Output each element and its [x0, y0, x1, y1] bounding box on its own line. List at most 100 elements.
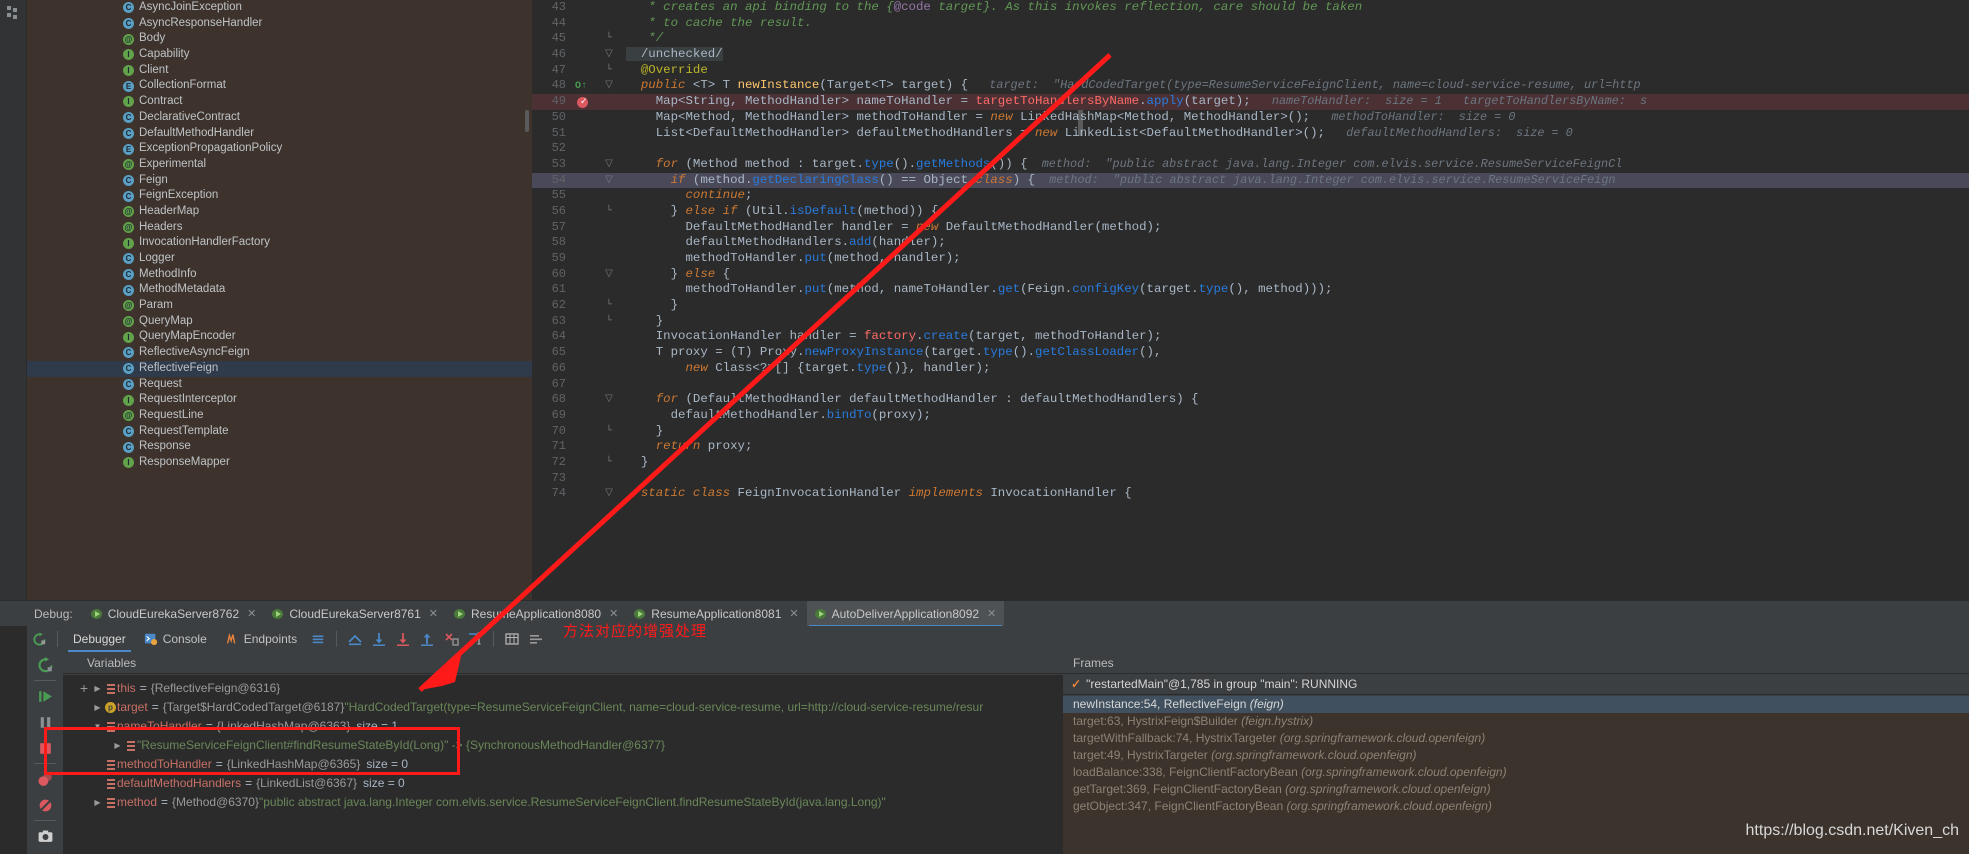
fold-marker[interactable] [598, 94, 620, 110]
debug-tab-autodeliverapplication8092[interactable]: AutoDeliverApplication8092 ✕ [806, 600, 1005, 627]
rerun-icon-rail[interactable] [27, 652, 63, 678]
view-breakpoints-icon[interactable] [27, 766, 63, 792]
tree-item-querymap[interactable]: @ QueryMap [27, 314, 532, 330]
fold-marker[interactable] [598, 361, 620, 377]
code-line-71[interactable]: 71 return proxy; [532, 439, 1969, 455]
close-icon[interactable]: ✕ [247, 607, 256, 620]
tab-endpoints[interactable]: Endpoints [216, 626, 306, 652]
fold-marker[interactable]: ▽ [598, 47, 620, 63]
tree-item-requesttemplate[interactable]: C RequestTemplate [27, 424, 532, 440]
code-line-62[interactable]: 62 └ } [532, 298, 1969, 314]
resume-program-icon[interactable] [27, 683, 63, 709]
gutter-marker[interactable] [572, 298, 598, 314]
code-line-46[interactable]: 46 ▽ /unchecked/ [532, 47, 1969, 63]
variables-tree[interactable]: + ▶ this = {ReflectiveFeign@6316} ▶ p target = {T… [63, 675, 1063, 854]
gutter-marker[interactable] [572, 188, 598, 204]
variable-row[interactable]: ▶ method = {Method@6370} "public abstract j… [63, 793, 1063, 812]
watches-icon[interactable] [27, 849, 63, 854]
close-icon[interactable]: ✕ [987, 607, 996, 620]
tree-item-headermap[interactable]: @ HeaderMap [27, 204, 532, 220]
fold-marker[interactable]: └ [598, 63, 620, 79]
frame-row[interactable]: targetWithFallback:74, HystrixTargeter (… [1063, 730, 1969, 747]
code-line-43[interactable]: 43 * creates an api binding to the {@cod… [532, 0, 1969, 16]
code-line-61[interactable]: 61 methodToHandler.put(method, nameToHan… [532, 282, 1969, 298]
tree-item-headers[interactable]: @ Headers [27, 220, 532, 236]
thread-selector[interactable]: ✓ "restartedMain"@1,785 in group "main": … [1063, 674, 1969, 695]
frame-row[interactable]: target:63, HystrixFeign$Builder (feign.h… [1063, 713, 1969, 730]
gutter-marker[interactable] [572, 345, 598, 361]
frame-row[interactable]: newInstance:54, ReflectiveFeign (feign) [1063, 696, 1969, 713]
code-line-56[interactable]: 56 └ } else if (Util.isDefault(method)) { [532, 204, 1969, 220]
frame-row[interactable]: getTarget:369, FeignClientFactoryBean (o… [1063, 781, 1969, 798]
code-line-58[interactable]: 58 defaultMethodHandlers.add(handler); [532, 235, 1969, 251]
gutter-marker[interactable] [572, 486, 598, 502]
gutter-marker[interactable] [572, 314, 598, 330]
tree-item-body[interactable]: @ Body [27, 31, 532, 47]
tree-item-contract[interactable]: I Contract [27, 94, 532, 110]
gutter-marker[interactable] [572, 424, 598, 440]
tree-item-feignexception[interactable]: C FeignException [27, 188, 532, 204]
force-step-into-icon[interactable] [439, 628, 463, 650]
fold-marker[interactable] [598, 329, 620, 345]
tree-item-experimental[interactable]: @ Experimental [27, 157, 532, 173]
variable-row[interactable]: ▶ "ResumeServiceFeignClient#findResumeSt… [63, 736, 1063, 755]
variable-row[interactable]: ▼ nameToHandler = {LinkedHashMap@6363} size … [63, 717, 1063, 736]
tree-item-requestinterceptor[interactable]: I RequestInterceptor [27, 392, 532, 408]
tree-item-exceptionpropagationpolicy[interactable]: E ExceptionPropagationPolicy [27, 141, 532, 157]
code-line-45[interactable]: 45 └ */ [532, 31, 1969, 47]
fold-marker[interactable] [598, 439, 620, 455]
expand-arrow[interactable]: ▶ [91, 793, 104, 812]
overridden-method-icon[interactable]: O↑ [575, 79, 587, 95]
evaluate-expression-icon[interactable] [500, 628, 524, 650]
fold-marker[interactable]: ▽ [598, 267, 620, 283]
frame-row[interactable]: loadBalance:338, FeignClientFactoryBean … [1063, 764, 1969, 781]
gutter-marker[interactable] [572, 235, 598, 251]
close-icon[interactable]: ✕ [429, 607, 438, 620]
gutter-marker[interactable] [572, 204, 598, 220]
code-editor[interactable]: 43 * creates an api binding to the {@cod… [532, 0, 1969, 600]
fold-marker[interactable] [598, 408, 620, 424]
structure-grid-icon[interactable] [7, 6, 20, 19]
gutter-marker[interactable] [572, 392, 598, 408]
tree-item-logger[interactable]: C Logger [27, 251, 532, 267]
tree-item-asyncresponsehandler[interactable]: C AsyncResponseHandler [27, 16, 532, 32]
code-line-73[interactable]: 73 [532, 471, 1969, 487]
show-execution-point-icon[interactable] [343, 628, 367, 650]
code-line-59[interactable]: 59 methodToHandler.put(method, handler); [532, 251, 1969, 267]
fold-marker[interactable] [598, 235, 620, 251]
tree-item-methodmetadata[interactable]: C MethodMetadata [27, 282, 532, 298]
code-line-44[interactable]: 44 * to cache the result. [532, 16, 1969, 32]
code-line-50[interactable]: 50 Map<Method, MethodHandler> methodToHa… [532, 110, 1969, 126]
tree-item-request[interactable]: C Request [27, 377, 532, 393]
frame-row[interactable]: target:49, HystrixTargeter (org.springfr… [1063, 747, 1969, 764]
step-over-icon[interactable] [367, 628, 391, 650]
code-line-47[interactable]: 47 └ @Override [532, 63, 1969, 79]
variable-row[interactable]: defaultMethodHandlers = {LinkedList@6367} s… [63, 774, 1063, 793]
fold-marker[interactable]: ▽ [598, 157, 620, 173]
gutter-marker[interactable] [572, 47, 598, 63]
fold-marker[interactable] [598, 345, 620, 361]
fold-marker[interactable] [598, 0, 620, 16]
tree-item-feign[interactable]: C Feign [27, 173, 532, 189]
tree-item-responsemapper[interactable]: I ResponseMapper [27, 455, 532, 471]
tree-item-defaultmethodhandler[interactable]: C DefaultMethodHandler [27, 126, 532, 142]
tree-item-invocationhandlerfactory[interactable]: I InvocationHandlerFactory [27, 235, 532, 251]
close-icon[interactable]: ✕ [609, 607, 618, 620]
expand-arrow[interactable]: ▶ [91, 698, 104, 717]
gutter-marker[interactable] [572, 110, 598, 126]
tree-item-param[interactable]: @ Param [27, 298, 532, 314]
gutter-marker[interactable] [572, 329, 598, 345]
code-line-63[interactable]: 63 └ } [532, 314, 1969, 330]
step-out-icon[interactable] [415, 628, 439, 650]
debug-tab-cloudeurekaserver8761[interactable]: CloudEurekaServer8761 ✕ [264, 601, 446, 627]
tree-item-querymapencoder[interactable]: I QueryMapEncoder [27, 329, 532, 345]
gutter-marker[interactable] [572, 141, 598, 157]
code-line-67[interactable]: 67 [532, 377, 1969, 393]
code-line-52[interactable]: 52 [532, 141, 1969, 157]
gutter-marker[interactable] [572, 31, 598, 47]
tree-item-collectionformat[interactable]: E CollectionFormat [27, 78, 532, 94]
code-line-48[interactable]: 48 O↑ ▽ public <T> T newInstance(Target<T>… [532, 78, 1969, 94]
gutter-marker[interactable] [572, 220, 598, 236]
tree-item-response[interactable]: C Response [27, 439, 532, 455]
mute-breakpoints-icon[interactable] [27, 792, 63, 818]
